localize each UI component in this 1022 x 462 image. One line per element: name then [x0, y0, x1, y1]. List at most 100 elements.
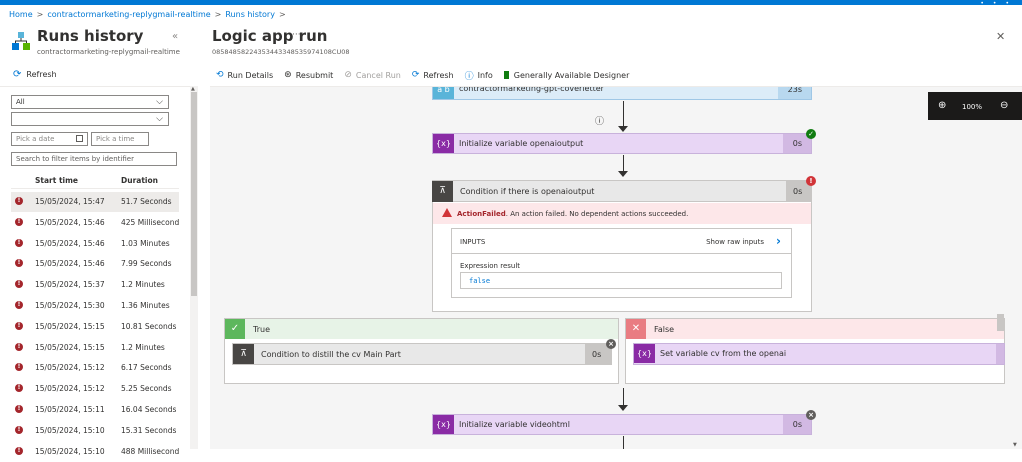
run-duration: 1.2 Minutes	[121, 342, 165, 352]
logic-app-icon	[12, 32, 30, 50]
flag-icon	[503, 71, 509, 79]
run-details-button[interactable]: ⟲ Run Details	[216, 70, 273, 80]
action-gpt-coverletter[interactable]: a b contractormarketing-gpt-coverletter …	[432, 87, 812, 100]
designer-button[interactable]: Generally Available Designer	[503, 70, 630, 80]
skipped-icon: ×	[806, 410, 816, 420]
close-icon: ✕	[626, 319, 646, 339]
run-start-time: 15/05/2024, 15:46	[35, 238, 105, 248]
error-banner: ActionFailed. An action failed. No depen…	[433, 203, 811, 224]
table-row[interactable]: ! 15/05/2024, 15:46 425 Milliseconds	[11, 213, 179, 233]
scroll-down-icon[interactable]: ▼	[1013, 442, 1017, 448]
show-raw-inputs-link[interactable]: Show raw inputs	[706, 238, 764, 246]
table-row[interactable]: ! 15/05/2024, 15:15 1.2 Minutes	[11, 338, 179, 358]
calendar-icon	[76, 135, 83, 142]
run-details-label: Run Details	[227, 70, 274, 80]
info-icon: ⓘ	[464, 71, 474, 82]
run-duration: 488 Milliseconds	[121, 446, 179, 456]
runs-table-header: Start time Duration	[11, 171, 179, 189]
canvas-scrollbar-thumb[interactable]	[997, 314, 1004, 331]
table-row[interactable]: ! 15/05/2024, 15:10 488 Milliseconds	[11, 442, 179, 462]
search-input[interactable]: Search to filter items by identifier	[11, 152, 177, 166]
condition-icon: ⊼	[432, 181, 453, 202]
designer-label: Generally Available Designer	[513, 70, 630, 80]
breadcrumb-logic-app[interactable]: contractormarketing-replygmail-realtime	[47, 10, 210, 19]
failed-status-icon: !	[15, 238, 23, 247]
condition-header[interactable]: ⊼ Condition if there is openaioutput 0s	[432, 181, 812, 202]
table-row[interactable]: ! 15/05/2024, 15:30 1.36 Minutes	[11, 296, 179, 316]
refresh-button[interactable]: ⟳ Refresh	[412, 70, 454, 80]
failed-status-icon: !	[15, 217, 23, 226]
table-row[interactable]: ! 15/05/2024, 15:47 51.7 Seconds	[11, 192, 179, 212]
table-row[interactable]: ! 15/05/2024, 15:46 1.03 Minutes	[11, 234, 179, 254]
failed-status-icon: !	[15, 197, 23, 205]
breadcrumb-runs-history[interactable]: Runs history	[225, 10, 275, 19]
date-picker-placeholder: Pick a date	[16, 135, 55, 143]
table-row[interactable]: ! 15/05/2024, 15:12 6.17 Seconds	[11, 358, 179, 378]
time-picker[interactable]: Pick a time	[91, 132, 149, 146]
action-init-videohtml[interactable]: {x} Initialize variable videohtml 0s	[432, 414, 812, 435]
scrollbar-thumb[interactable]	[191, 92, 197, 296]
failed-status-icon: !	[15, 280, 23, 289]
refresh-icon: ⟳	[13, 69, 22, 80]
close-icon[interactable]: ✕	[996, 30, 1005, 43]
variable-icon: {x}	[634, 344, 655, 363]
zoom-out-icon[interactable]: ⊖	[1000, 100, 1008, 111]
run-start-time: 15/05/2024, 15:15	[35, 342, 105, 352]
false-branch-label: False	[654, 325, 675, 334]
left-panel-scrollbar[interactable]: ▲	[190, 86, 198, 449]
secondary-filter-dropdown[interactable]: ⌵	[11, 112, 169, 126]
column-start-time[interactable]: Start time	[35, 176, 78, 185]
table-row[interactable]: ! 15/05/2024, 15:37 1.2 Minutes	[11, 275, 179, 295]
refresh-runs-label: Refresh	[26, 70, 57, 79]
info-button[interactable]: ⓘ Info	[465, 69, 493, 82]
chevron-down-icon: ⌵	[156, 114, 163, 124]
zoom-in-icon[interactable]: ⊕	[938, 100, 946, 111]
variable-icon: {x}	[433, 415, 454, 434]
cancel-run-button[interactable]: ⊘ Cancel Run	[344, 70, 401, 80]
table-row[interactable]: ! 15/05/2024, 15:11 16.04 Seconds	[11, 400, 179, 420]
inputs-divider	[452, 253, 791, 254]
table-row[interactable]: ! 15/05/2024, 15:46 7.99 Seconds	[11, 254, 179, 274]
error-text: . An action failed. No dependent actions…	[505, 210, 689, 218]
warning-icon	[442, 208, 452, 217]
error-title: ActionFailed	[457, 210, 506, 218]
runs-history-title: Runs history	[37, 27, 144, 45]
search-placeholder: Search to filter items by identifier	[16, 155, 134, 163]
refresh-label: Refresh	[423, 70, 454, 80]
error-icon: !	[806, 176, 816, 186]
run-start-time: 15/05/2024, 15:12	[35, 384, 105, 394]
info-icon[interactable]: ⓘ	[595, 114, 604, 127]
collapse-icon[interactable]: «	[172, 31, 178, 42]
false-branch-header[interactable]: ✕ False	[626, 319, 1004, 339]
chevron-down-icon: ⌵	[156, 97, 163, 107]
flow-connector	[623, 436, 624, 449]
zoom-level: 100%	[962, 103, 983, 111]
refresh-runs-button[interactable]: ⟳ Refresh	[13, 69, 57, 80]
action-init-openaioutput[interactable]: {x} Initialize variable openaioutput 0s	[432, 133, 812, 154]
action-set-variable-cv[interactable]: {x} Set variable cv from the openai	[633, 343, 1005, 365]
left-panel-divider	[0, 86, 190, 87]
more-options-icon[interactable]: ···	[292, 30, 301, 40]
table-row[interactable]: ! 15/05/2024, 15:10 15.31 Seconds	[11, 421, 179, 441]
table-row[interactable]: ! 15/05/2024, 15:12 5.25 Seconds	[11, 379, 179, 399]
run-start-time: 15/05/2024, 15:11	[35, 405, 105, 414]
action-init-openaioutput-label: Initialize variable openaioutput	[459, 139, 584, 148]
resubmit-button[interactable]: ⊛ Resubmit	[284, 70, 333, 80]
table-row[interactable]: ! 15/05/2024, 15:15 10.81 Seconds	[11, 317, 179, 337]
date-picker[interactable]: Pick a date	[11, 132, 88, 146]
breadcrumb-home[interactable]: Home	[9, 10, 33, 19]
expression-result-value: false	[460, 272, 782, 289]
failed-status-icon: !	[15, 321, 23, 330]
column-duration[interactable]: Duration	[121, 176, 158, 185]
status-filter-dropdown[interactable]: All ⌵	[11, 95, 169, 109]
arrow-down-icon	[618, 126, 628, 132]
top-bar-controls[interactable]: •••	[980, 0, 1018, 7]
run-start-time: 15/05/2024, 15:46	[35, 259, 105, 269]
chevron-right-icon[interactable]: ›	[776, 234, 781, 248]
run-duration: 7.99 Seconds	[121, 259, 172, 269]
action-distill-cv[interactable]: ⊼ Condition to distill the cv Main Part …	[232, 343, 612, 365]
true-branch-header[interactable]: ✓ True	[225, 319, 618, 339]
run-start-time: 15/05/2024, 15:15	[35, 321, 105, 331]
failed-status-icon: !	[15, 259, 23, 268]
workflow-canvas[interactable]: ⊕ 100% ⊖ a b contractormarketing-gpt-cov…	[210, 87, 1022, 449]
